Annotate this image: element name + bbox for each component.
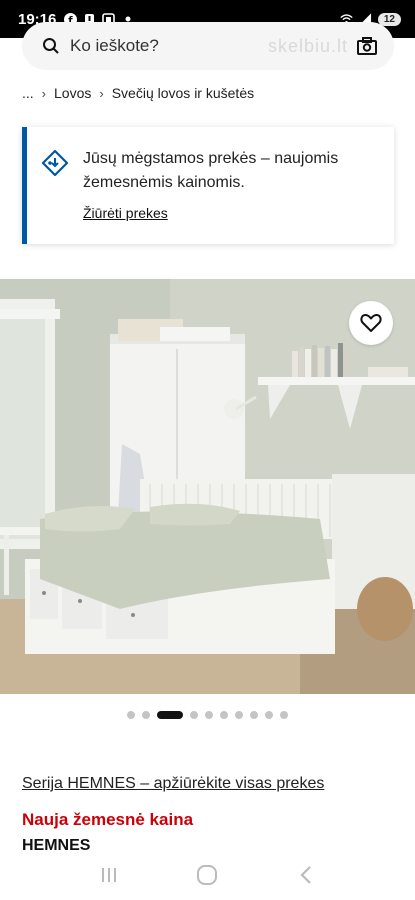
home-button[interactable] xyxy=(187,860,227,890)
price-notice-card: Jūsų mėgstamos prekės – naujomis žemesnė… xyxy=(22,127,394,244)
breadcrumb: ... › Lovos › Svečių lovos ir kušetės xyxy=(22,85,254,101)
recent-apps-icon xyxy=(102,868,117,882)
favorite-button[interactable] xyxy=(349,301,393,345)
camera-icon[interactable] xyxy=(356,36,378,56)
heart-icon xyxy=(360,314,382,332)
search-input[interactable]: Ko ieškote? xyxy=(70,36,159,56)
carousel-dot[interactable] xyxy=(280,711,288,719)
home-icon xyxy=(197,865,218,885)
carousel-dot-active[interactable] xyxy=(157,711,183,719)
daybed-photo xyxy=(0,279,415,694)
search-icon xyxy=(43,38,59,54)
series-link[interactable]: Serija HEMNES – apžiūrėkite visas prekes xyxy=(22,775,324,793)
product-name: HEMNES xyxy=(22,837,91,850)
carousel-dot[interactable] xyxy=(250,711,258,719)
new-lower-price-label: Nauja žemesnė kaina xyxy=(22,810,194,829)
carousel-indicator[interactable] xyxy=(0,711,415,719)
back-icon xyxy=(300,866,311,884)
carousel-dot[interactable] xyxy=(265,711,273,719)
search-bar[interactable]: Ko ieškote? skelbiu.lt xyxy=(22,22,394,70)
price-tag-icon xyxy=(41,149,69,177)
chevron-right-icon: › xyxy=(99,85,104,101)
view-products-link[interactable]: Žiūrėti prekes xyxy=(83,205,168,221)
carousel-dot[interactable] xyxy=(235,711,243,719)
carousel-dot[interactable] xyxy=(220,711,228,719)
breadcrumb-ellipsis[interactable]: ... xyxy=(22,85,34,101)
watermark: skelbiu.lt xyxy=(267,35,348,56)
product-image[interactable] xyxy=(0,279,415,694)
battery-indicator: 12 xyxy=(377,12,401,26)
back-button[interactable] xyxy=(286,860,326,890)
carousel-dot[interactable] xyxy=(142,711,150,719)
recent-apps-button[interactable] xyxy=(89,860,129,890)
breadcrumb-item-beds[interactable]: Lovos xyxy=(54,85,91,101)
carousel-dot[interactable] xyxy=(127,711,135,719)
notice-text: Jūsų mėgstamos prekės – naujomis žemesnė… xyxy=(83,150,339,191)
carousel-dot[interactable] xyxy=(205,711,213,719)
chevron-right-icon: › xyxy=(41,85,47,101)
carousel-dot[interactable] xyxy=(190,711,198,719)
system-nav-bar xyxy=(0,850,415,900)
breadcrumb-item-guest-beds[interactable]: Svečių lovos ir kušetės xyxy=(112,85,254,101)
